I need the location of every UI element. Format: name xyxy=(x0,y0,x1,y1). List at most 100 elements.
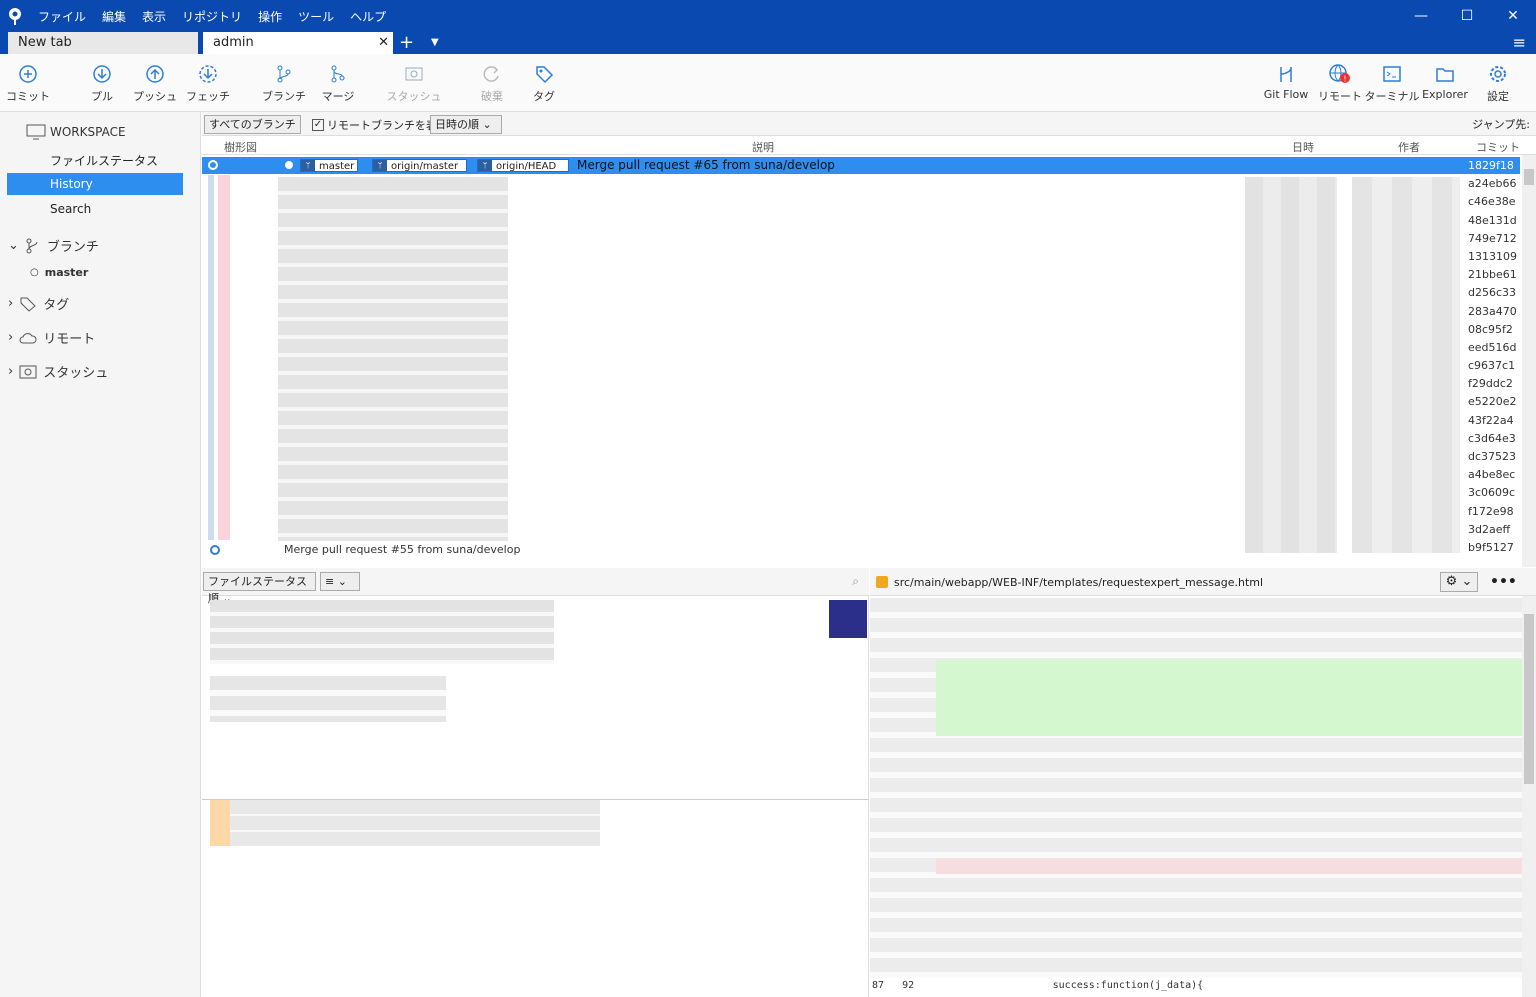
commit-hash: 1313109 xyxy=(1468,249,1517,263)
branch-icon: ᛘ xyxy=(478,160,492,171)
commit-hash: 21bbe61 xyxy=(1468,268,1517,282)
push-button[interactable]: プッシュ xyxy=(127,60,183,104)
fetch-label: フェッチ xyxy=(186,90,230,103)
branch-filter-label: すべてのブランチ xyxy=(209,118,296,131)
terminal-button[interactable]: ターミナル xyxy=(1364,60,1420,104)
toolbar: コミット プル プッシュ フェッチ ブランチ マージ スタッシュ 破棄 タグ G… xyxy=(0,54,1536,112)
diff-code-line: 87 92 success:function(j_data){ xyxy=(872,980,1203,991)
show-remote-checkbox[interactable]: ✓ リモートブランチを表示 xyxy=(312,117,448,133)
diff-settings-gear-icon[interactable]: ⚙ ⌄ xyxy=(1440,572,1478,592)
menu-edit[interactable]: 編集 xyxy=(94,8,134,25)
col-author[interactable]: 作者 xyxy=(1398,139,1420,155)
chevron-down-icon: ⌄ xyxy=(8,238,19,253)
branch-icon: ᛘ xyxy=(373,160,387,171)
branch-icon: ᛘ xyxy=(301,160,315,171)
view-mode-dropdown[interactable]: ≡ ⌄ xyxy=(320,572,360,591)
branch-filter-dropdown[interactable]: すべてのブランチ ⌄ xyxy=(204,115,301,148)
terminal-label: ターミナル xyxy=(1364,90,1420,103)
diff-pane: src/main/webapp/WEB-INF/templates/reques… xyxy=(870,568,1536,997)
tab-admin[interactable]: admin ✕ xyxy=(203,32,393,54)
pull-button[interactable]: プル xyxy=(74,60,130,104)
merge-label: マージ xyxy=(321,90,355,103)
tag-button[interactable]: タグ xyxy=(516,60,572,104)
hamburger-menu-icon[interactable]: ≡ xyxy=(1513,32,1526,54)
blurred-commit-details xyxy=(210,600,554,664)
menu-tools[interactable]: ツール xyxy=(290,8,342,25)
commit-hash: c9637c1 xyxy=(1468,359,1516,373)
fetch-icon xyxy=(180,60,236,88)
ref-master-label: master xyxy=(319,161,355,172)
ref-origin-master-label: origin/master xyxy=(391,161,459,172)
merge-button[interactable]: マージ xyxy=(310,60,366,104)
explorer-label: Explorer xyxy=(1422,88,1468,101)
head-marker-icon xyxy=(285,161,293,169)
add-tab-icon[interactable]: + xyxy=(399,32,414,54)
tab-close-icon[interactable]: ✕ xyxy=(378,32,389,54)
more-options-icon[interactable]: ••• xyxy=(1490,574,1517,590)
diff-scrollbar[interactable] xyxy=(1522,596,1536,997)
ref-tag-origin-head[interactable]: ᛘ origin/HEAD xyxy=(477,159,569,172)
commit-hash: 48e131d xyxy=(1468,213,1517,227)
graph-line-blue xyxy=(208,175,214,540)
menu-view[interactable]: 表示 xyxy=(134,8,174,25)
gitflow-label: Git Flow xyxy=(1263,88,1309,101)
tab-dropdown-icon[interactable]: ▼ xyxy=(431,32,439,54)
col-graph[interactable]: 樹形図 xyxy=(224,139,257,155)
order-dropdown[interactable]: 日時の順 ⌄ xyxy=(430,115,502,134)
merge-icon xyxy=(310,60,366,88)
ref-tag-master[interactable]: ᛘ master xyxy=(300,159,359,172)
menu-file[interactable]: ファイル xyxy=(30,8,94,25)
commit-message[interactable]: Merge pull request #55 from suna/develop xyxy=(284,543,520,556)
sidebar-branch-master[interactable]: ○ master xyxy=(30,266,88,279)
pull-label: プル xyxy=(91,90,113,103)
commit-hash: f29ddc2 xyxy=(1468,377,1513,391)
ref-tag-origin-master[interactable]: ᛘ origin/master xyxy=(372,159,467,172)
stash-button[interactable]: スタッシュ xyxy=(386,60,442,104)
col-description[interactable]: 説明 xyxy=(752,139,774,155)
file-order-dropdown[interactable]: ファイルステータス順 ⌄ xyxy=(203,572,316,605)
maximize-icon[interactable]: ☐ xyxy=(1444,0,1490,32)
commit-hash: c3d64e3 xyxy=(1468,431,1516,445)
commit-list-header: 樹形図 説明 日時 作者 コミット xyxy=(202,137,1536,155)
commit-label: コミット xyxy=(6,90,50,103)
sidebar-item-history[interactable]: History xyxy=(7,173,183,195)
fetch-button[interactable]: フェッチ xyxy=(180,60,236,104)
minimize-icon[interactable]: — xyxy=(1398,0,1444,32)
col-date[interactable]: 日時 xyxy=(1292,139,1314,155)
discard-button[interactable]: 破棄 xyxy=(464,60,520,104)
commit-hash-column: 1829f18 a24eb66 c46e38e 48e131d 749e712 … xyxy=(1468,157,1524,557)
sidebar-item-search[interactable]: Search xyxy=(7,198,183,220)
sidebar-group-remotes[interactable]: › リモート xyxy=(8,328,95,347)
sidebar-item-file-status[interactable]: ファイルステータス xyxy=(7,150,183,172)
tab-new-tab[interactable]: New tab xyxy=(8,32,198,54)
branch-button[interactable]: ブランチ xyxy=(256,60,312,104)
master-label: master xyxy=(44,266,89,279)
commit-button[interactable]: コミット xyxy=(0,60,56,104)
settings-button[interactable]: 設定 xyxy=(1470,60,1526,104)
commit-list-scrollbar[interactable] xyxy=(1522,155,1536,567)
cloud-icon xyxy=(19,332,37,343)
tag-icon xyxy=(20,297,36,312)
close-icon[interactable]: ✕ xyxy=(1490,0,1536,32)
search-icon[interactable]: ⌕ xyxy=(852,574,859,589)
explorer-button[interactable]: Explorer xyxy=(1417,60,1473,101)
remote-button[interactable]: ! リモート xyxy=(1312,60,1368,104)
sourcetree-logo-icon xyxy=(0,0,30,32)
gitflow-button[interactable]: Git Flow xyxy=(1258,60,1314,101)
diff-file-path: src/main/webapp/WEB-INF/templates/reques… xyxy=(894,576,1264,589)
col-commit[interactable]: コミット xyxy=(1476,139,1520,155)
commit-hash: 08c95f2 xyxy=(1468,322,1513,336)
menu-actions[interactable]: 操作 xyxy=(250,8,290,25)
menu-repository[interactable]: リポジトリ xyxy=(174,8,250,25)
settings-label: 設定 xyxy=(1487,90,1509,103)
sidebar-group-branches[interactable]: ⌄ ブランチ xyxy=(8,236,99,255)
commit-hash: f172e98 xyxy=(1468,504,1514,518)
sidebar-group-stashes[interactable]: › スタッシュ xyxy=(8,362,108,381)
gitflow-icon xyxy=(1258,60,1314,88)
selected-commit-row[interactable]: ᛘ master ᛘ origin/master ᛘ origin/HEAD Merg… xyxy=(202,157,1520,174)
author-avatar xyxy=(829,600,867,638)
menu-help[interactable]: ヘルプ xyxy=(342,8,394,25)
commit-hash: 3d2aeff xyxy=(1468,522,1511,536)
diff-removed-line xyxy=(936,858,1522,874)
sidebar-group-tags[interactable]: › タグ xyxy=(8,294,69,313)
